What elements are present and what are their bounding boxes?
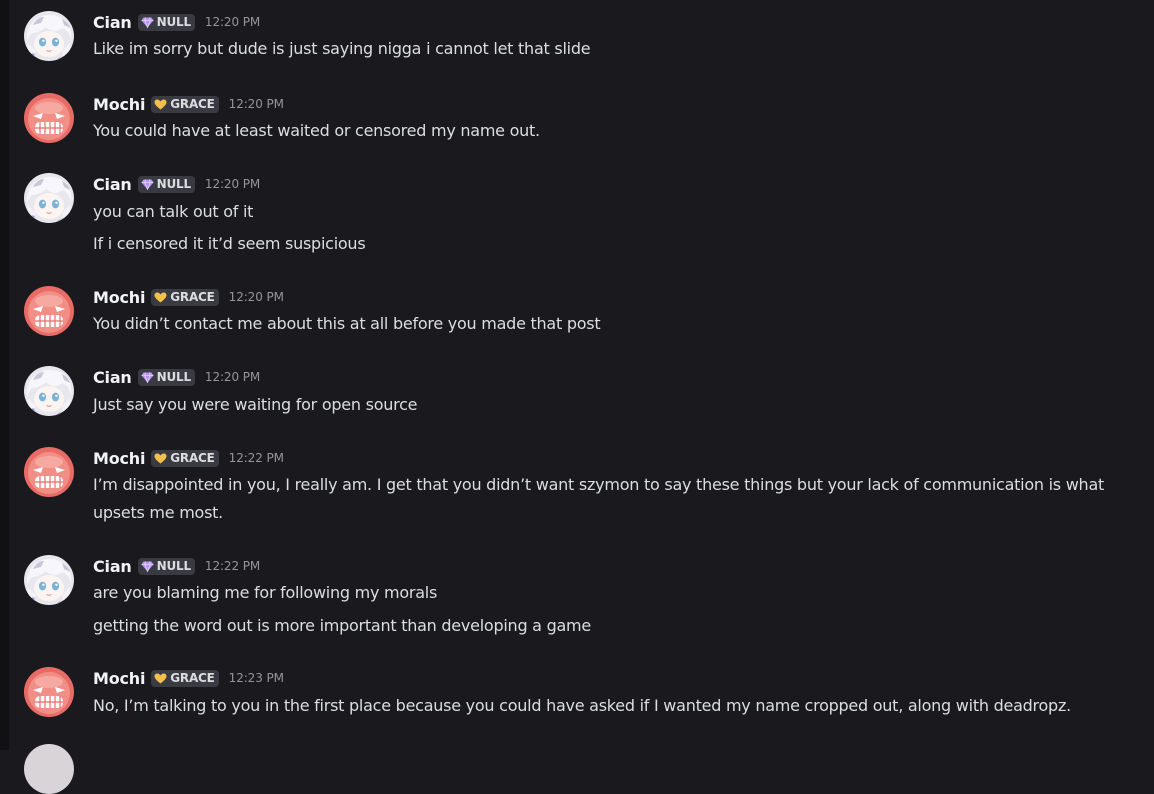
username[interactable]: Mochi (93, 449, 145, 468)
role-tag[interactable]: NULL (137, 368, 195, 386)
message-header: Cian NULL 12:20 PM (93, 173, 260, 195)
cian-avatar-icon (24, 366, 74, 416)
cian-avatar-icon (24, 555, 74, 605)
gem-icon (141, 179, 154, 190)
role-tag-label: NULL (156, 177, 191, 191)
avatar[interactable] (24, 93, 74, 143)
role-tag[interactable]: NULL (137, 557, 195, 575)
message-header: Mochi GRACE 12:22 PM (93, 447, 284, 469)
role-tag-label: NULL (156, 559, 191, 573)
timestamp: 12:20 PM (228, 290, 284, 304)
avatar[interactable] (24, 173, 74, 223)
timestamp: 12:20 PM (228, 97, 284, 111)
role-tag-label: GRACE (170, 671, 215, 685)
message-text: You could have at least waited or censor… (93, 121, 540, 140)
timestamp: 12:22 PM (228, 451, 284, 465)
gem-icon (141, 561, 154, 572)
role-tag[interactable]: NULL (137, 175, 195, 193)
avatar[interactable] (24, 366, 74, 416)
mochi-avatar-icon (24, 93, 74, 143)
gem-icon (141, 17, 154, 28)
message-header: Cian NULL 12:22 PM (93, 555, 260, 577)
role-tag-label: NULL (156, 15, 191, 29)
timestamp: 12:23 PM (228, 671, 284, 685)
username[interactable]: Mochi (93, 95, 145, 114)
message-text: I’m disappointed in you, I really am. I … (93, 475, 1105, 522)
role-tag[interactable]: GRACE (151, 669, 219, 687)
role-tag-label: GRACE (170, 97, 215, 111)
message-header: Mochi GRACE 12:23 PM (93, 667, 284, 689)
message-text: getting the word out is more important t… (93, 616, 591, 635)
username[interactable]: Cian (93, 175, 132, 194)
username[interactable]: Mochi (93, 669, 145, 688)
avatar[interactable] (24, 744, 74, 794)
timestamp: 12:22 PM (204, 559, 261, 573)
gem-icon (141, 372, 154, 383)
timestamp: 12:20 PM (204, 177, 261, 191)
avatar[interactable] (24, 667, 74, 717)
message-header: Cian NULL 12:20 PM (93, 366, 260, 388)
timestamp: 12:20 PM (204, 15, 261, 29)
timestamp: 12:20 PM (204, 370, 261, 384)
cian-avatar-icon (24, 11, 74, 61)
message-text: Like im sorry but dude is just saying ni… (93, 39, 591, 58)
message-header: Cian NULL 12:20 PM (93, 11, 260, 33)
role-tag-label: GRACE (170, 451, 215, 465)
message-header: Mochi GRACE 12:20 PM (93, 93, 284, 115)
cian-avatar-icon (24, 173, 74, 223)
avatar[interactable] (24, 555, 74, 605)
message-text: Just say you were waiting for open sourc… (93, 395, 418, 414)
message-text: are you blaming me for following my mora… (93, 583, 438, 602)
role-tag[interactable]: NULL (137, 13, 195, 31)
mochi-avatar-icon (24, 286, 74, 336)
heart-icon (154, 292, 167, 303)
username[interactable]: Mochi (93, 288, 145, 307)
avatar[interactable] (24, 11, 74, 61)
heart-icon (154, 99, 167, 110)
message-list: Cian NULL 12:20 PM Like im sorry but dud… (9, 0, 1154, 750)
username[interactable]: Cian (93, 368, 132, 387)
username[interactable]: Cian (93, 557, 132, 576)
role-tag-label: GRACE (170, 290, 215, 304)
message-header: Mochi GRACE 12:20 PM (93, 286, 284, 308)
role-tag[interactable]: GRACE (151, 95, 219, 113)
username[interactable]: Cian (93, 13, 132, 32)
role-tag[interactable]: GRACE (151, 449, 219, 467)
role-tag[interactable]: GRACE (151, 288, 219, 306)
window-edge (0, 0, 9, 750)
heart-icon (154, 673, 167, 684)
message-text: No, I’m talking to you in the first plac… (93, 696, 1071, 715)
message-text: you can talk out of it (93, 202, 254, 221)
message-text: You didn’t contact me about this at all … (93, 314, 601, 333)
message-text: If i censored it it’d seem suspicious (93, 234, 366, 253)
avatar[interactable] (24, 447, 74, 497)
mochi-avatar-icon (24, 667, 74, 717)
heart-icon (154, 453, 167, 464)
avatar[interactable] (24, 286, 74, 336)
mochi-avatar-icon (24, 447, 74, 497)
role-tag-label: NULL (156, 370, 191, 384)
